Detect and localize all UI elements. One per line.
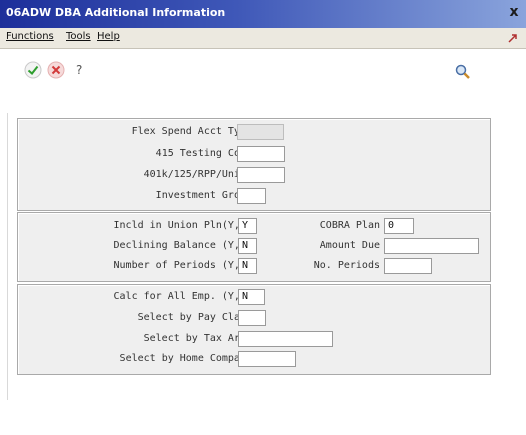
investment-group-field[interactable] bbox=[237, 188, 266, 204]
toolbar: ? bbox=[0, 49, 526, 113]
k401-label: 401k/125/RPP/Union bbox=[143, 169, 252, 180]
window: 06ADW DBA Additional Information x Funct… bbox=[0, 0, 526, 435]
flex-spend-field bbox=[237, 124, 284, 140]
number-periods-label: Number of Periods (Y,N) bbox=[113, 260, 252, 271]
testing-code-field[interactable] bbox=[237, 146, 285, 162]
menu-help[interactable]: Help bbox=[97, 31, 120, 42]
help-icon[interactable]: ? bbox=[76, 63, 94, 81]
menu-tools[interactable]: Tools bbox=[66, 31, 91, 42]
menu-functions[interactable]: Functions bbox=[6, 31, 54, 42]
pay-class-label: Select by Pay Class bbox=[137, 312, 252, 323]
incld-union-field[interactable]: Y bbox=[238, 218, 257, 234]
declining-balance-field[interactable]: N bbox=[238, 238, 257, 254]
cobra-label: COBRA Plan bbox=[319, 220, 380, 231]
home-company-field[interactable] bbox=[238, 351, 296, 367]
resize-arrow-icon[interactable] bbox=[506, 31, 520, 45]
tax-area-field[interactable] bbox=[238, 331, 333, 347]
amount-due-label: Amount Due bbox=[319, 240, 380, 251]
pay-class-field[interactable] bbox=[238, 310, 266, 326]
tax-area-label: Select by Tax Area bbox=[143, 333, 252, 344]
menu-tools-label: Tools bbox=[66, 31, 91, 42]
close-icon[interactable]: x bbox=[506, 4, 522, 20]
no-periods-label: No. Periods bbox=[313, 260, 380, 271]
k401-field[interactable] bbox=[237, 167, 285, 183]
panel-union-plan: Incld in Union Pln(Y,N) Y Declining Bala… bbox=[17, 212, 491, 282]
menu-functions-label: Functions bbox=[6, 31, 54, 42]
incld-union-label: Incld in Union Pln(Y,N) bbox=[113, 220, 252, 231]
cobra-field[interactable]: 0 bbox=[384, 218, 414, 234]
menu-help-label: Help bbox=[97, 31, 120, 42]
no-periods-field[interactable] bbox=[384, 258, 432, 274]
window-title: 06ADW DBA Additional Information bbox=[6, 6, 226, 19]
check-icon[interactable] bbox=[24, 61, 42, 79]
title-bar[interactable]: 06ADW DBA Additional Information x bbox=[0, 0, 526, 28]
search-icon[interactable] bbox=[454, 63, 472, 81]
amount-due-field[interactable] bbox=[384, 238, 479, 254]
declining-balance-label: Declining Balance (Y,N) bbox=[113, 240, 252, 251]
cancel-icon[interactable] bbox=[47, 61, 65, 79]
panel-plan-info: Flex Spend Acct Type 415 Testing Code 40… bbox=[17, 118, 491, 211]
menu-bar: Functions Tools Help bbox=[0, 28, 526, 49]
status-area bbox=[0, 400, 526, 435]
number-periods-field[interactable]: N bbox=[238, 258, 257, 274]
left-edge bbox=[0, 113, 8, 435]
flex-spend-label: Flex Spend Acct Type bbox=[131, 126, 252, 137]
panel-selection: Calc for All Emp. (Y,N) N Select by Pay … bbox=[17, 284, 491, 375]
calc-all-field[interactable]: N bbox=[238, 289, 265, 305]
calc-all-label: Calc for All Emp. (Y,N) bbox=[113, 291, 252, 302]
home-company-label: Select by Home Company bbox=[119, 353, 252, 364]
